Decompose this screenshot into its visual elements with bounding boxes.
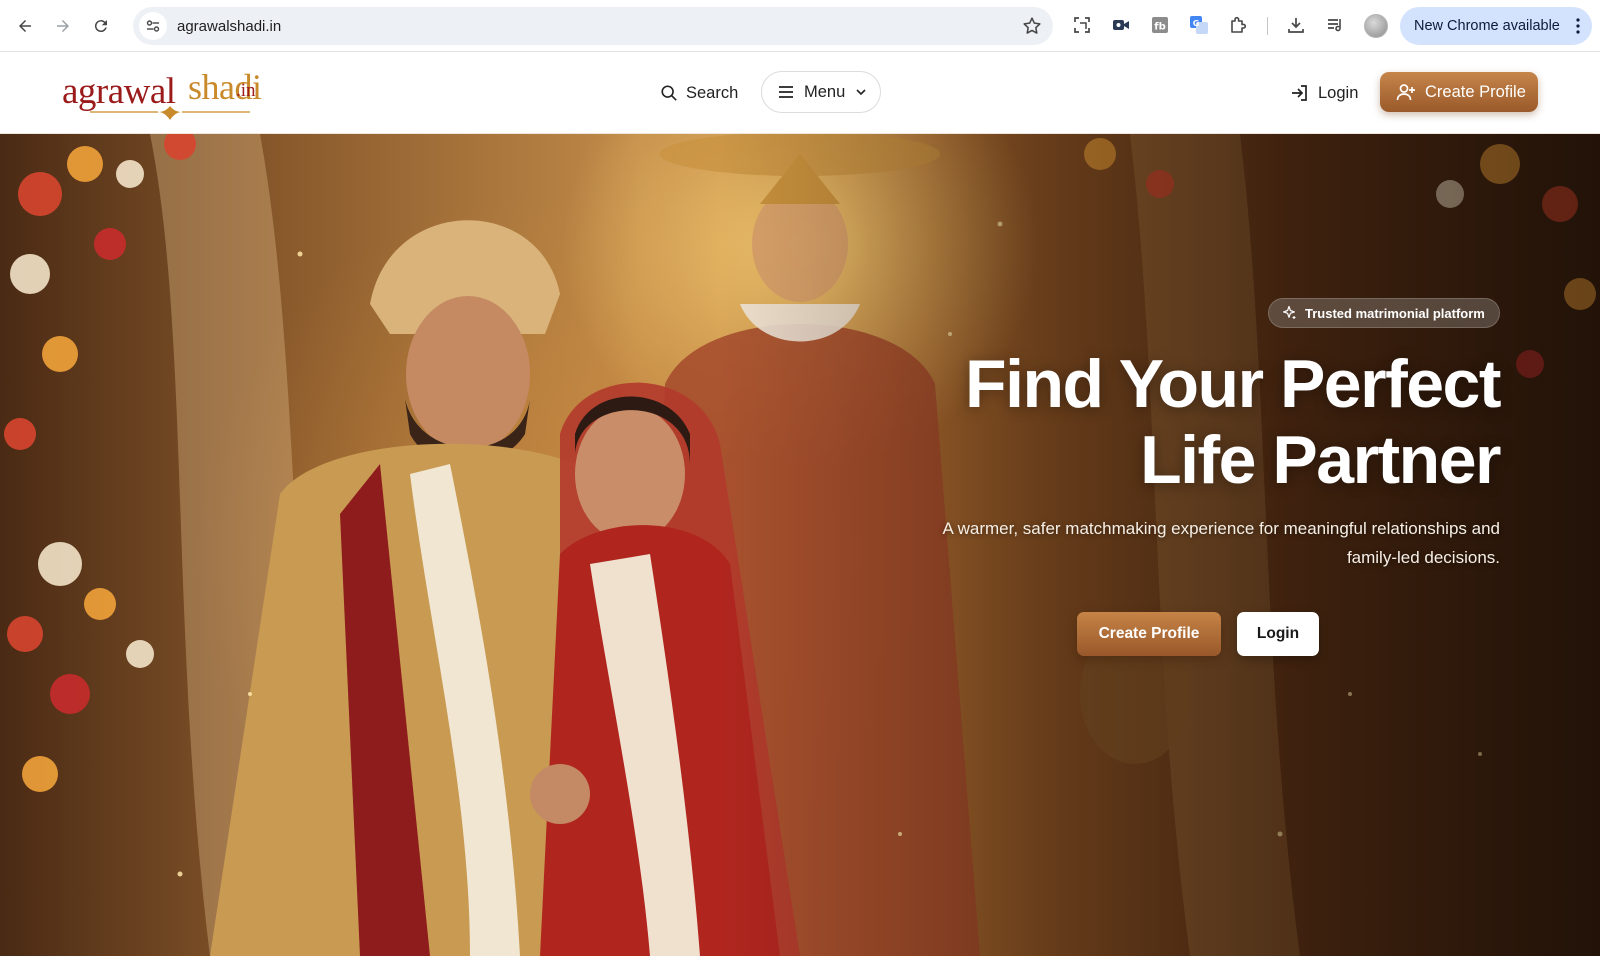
downloads-button[interactable] [1284, 13, 1308, 37]
fb-extension-button[interactable]: fb [1148, 13, 1172, 37]
login-label: Login [1318, 83, 1359, 102]
sparkles-icon [1283, 305, 1296, 319]
chevron-down-icon [856, 89, 866, 96]
login-icon [1292, 85, 1307, 101]
screenshot-button[interactable] [1070, 13, 1094, 37]
svg-text:G: G [1193, 19, 1200, 28]
browser-toolbar: agrawalshadi.in fb G New Chrome availabl… [0, 0, 1600, 52]
reload-icon [94, 20, 107, 33]
reload-button[interactable] [87, 12, 115, 40]
profile-avatar[interactable] [1364, 14, 1388, 38]
svg-text:fb: fb [1154, 22, 1166, 33]
header-login-button[interactable]: Login [1290, 78, 1358, 108]
hero-create-profile-button[interactable]: Create Profile [1077, 612, 1221, 656]
url-text[interactable]: agrawalshadi.in [177, 18, 281, 35]
search-icon [661, 85, 677, 101]
badge-label: Trusted matrimonial platform [1305, 305, 1485, 321]
hamburger-icon [779, 86, 793, 98]
forward-button[interactable] [49, 12, 77, 40]
more-vert-icon[interactable] [1576, 17, 1580, 35]
site-info-icon [146, 20, 160, 32]
header-menu-button[interactable]: Menu [761, 71, 881, 113]
extension-fb-icon: fb [1152, 17, 1168, 33]
video-extension-button[interactable] [1109, 13, 1133, 37]
translate-icon: G [1190, 16, 1208, 34]
translate-extension-button[interactable]: G [1187, 13, 1211, 37]
extensions-puzzle-icon [1231, 16, 1247, 33]
back-button[interactable] [11, 12, 39, 40]
logo-flourish-icon [90, 106, 250, 120]
hero-title-line1: Find Your Perfect [965, 346, 1501, 422]
site-info-button[interactable] [139, 12, 167, 40]
header-create-profile-button[interactable]: Create Profile [1380, 72, 1538, 112]
extensions-button[interactable] [1226, 13, 1250, 37]
site-header: agrawal shadi .in Search Menu Login Crea… [0, 52, 1600, 134]
back-icon [19, 20, 31, 32]
bookmark-star-icon[interactable] [1021, 15, 1043, 37]
hero-section: Trusted matrimonial platform Find Your P… [0, 134, 1600, 956]
logo-word-in: .in [236, 80, 256, 101]
add-user-icon [1396, 84, 1415, 101]
reading-list-button[interactable] [1323, 13, 1347, 37]
reading-list-icon [1328, 19, 1341, 32]
new-chrome-available-button[interactable]: New Chrome available [1400, 7, 1592, 45]
hero-title: Find Your Perfect Life Partner [800, 346, 1501, 498]
address-bar[interactable]: agrawalshadi.in [133, 7, 1053, 45]
hero-title-line2: Life Partner [1140, 422, 1501, 498]
header-search-button[interactable]: Search [660, 78, 738, 108]
hero-login-button[interactable]: Login [1237, 612, 1319, 656]
video-icon [1113, 20, 1129, 30]
screenshot-icon [1074, 17, 1090, 33]
update-label: New Chrome available [1414, 18, 1560, 34]
create-profile-label: Create Profile [1425, 82, 1526, 101]
search-label: Search [686, 83, 739, 102]
site-logo[interactable]: agrawal shadi .in [60, 62, 270, 120]
forward-icon [57, 20, 69, 32]
download-icon [1288, 18, 1304, 33]
hero-subtitle: A warmer, safer matchmaking experience f… [942, 519, 1500, 567]
toolbar-separator [1267, 17, 1268, 35]
trusted-badge: Trusted matrimonial platform [1268, 298, 1500, 328]
menu-label: Menu [804, 82, 846, 101]
